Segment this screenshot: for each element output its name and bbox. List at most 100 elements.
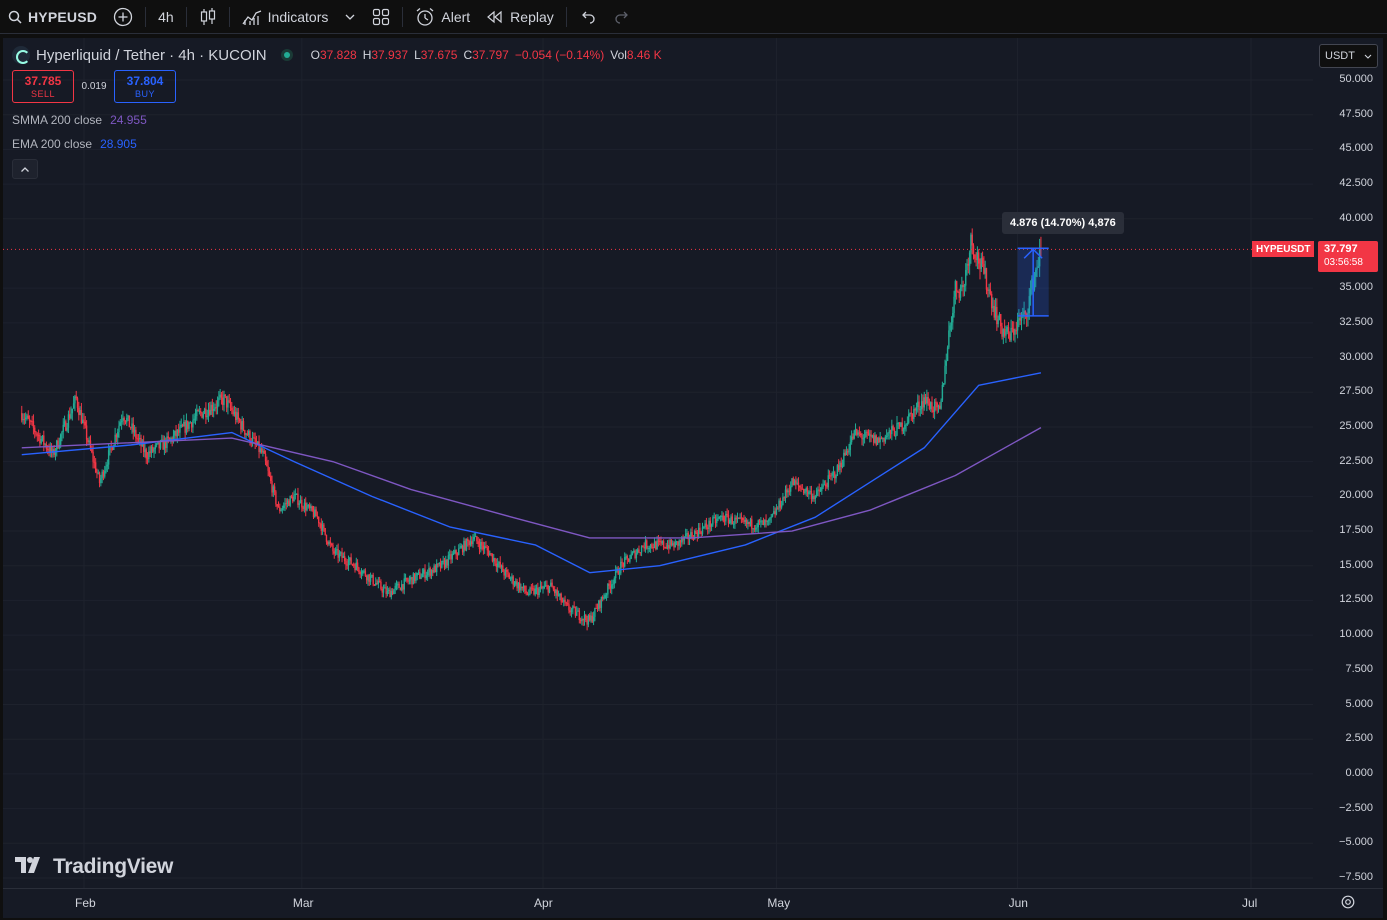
chevron-down-icon — [1364, 50, 1372, 62]
candle-body — [679, 540, 682, 543]
candle-body — [810, 490, 813, 500]
buy-button[interactable]: 37.804 BUY — [114, 70, 176, 103]
chart-type-button[interactable] — [191, 0, 225, 34]
candle-body — [959, 287, 962, 298]
candle-body — [613, 578, 616, 584]
candle-body — [480, 542, 482, 549]
currency-select[interactable]: USDT — [1319, 44, 1378, 68]
candle-body — [472, 539, 474, 545]
candle-body — [844, 452, 846, 456]
symbol-title[interactable]: Hyperliquid / Tether · 4h · KUCOIN — [36, 47, 267, 64]
candle-body — [473, 536, 475, 540]
time-axis[interactable] — [3, 888, 1383, 918]
candle-body — [830, 475, 832, 477]
candle-body — [28, 418, 31, 421]
candle-body — [721, 515, 723, 517]
layouts-button[interactable] — [364, 0, 398, 34]
candle-body — [883, 437, 885, 442]
candle-body — [917, 401, 919, 408]
candle-body — [420, 577, 422, 579]
candle-body — [145, 449, 147, 459]
candle-body — [179, 426, 181, 433]
candle-body — [22, 418, 24, 421]
candle-body — [980, 257, 982, 269]
alert-button[interactable]: Alert — [407, 0, 478, 34]
candle-body — [353, 564, 355, 566]
candle-body — [652, 547, 654, 549]
indicators-dropdown[interactable] — [336, 0, 364, 34]
candle-body — [988, 289, 990, 291]
candle-body — [920, 401, 923, 410]
candle-body — [686, 533, 688, 535]
candle-body — [240, 421, 242, 430]
price-tick-label: 10.000 — [1339, 628, 1373, 641]
candle-body — [231, 407, 233, 411]
candle-body — [167, 436, 169, 438]
candle-body — [614, 570, 617, 579]
candle-body — [486, 547, 488, 551]
candle-body — [21, 413, 23, 421]
candle-body — [626, 556, 629, 559]
candle-body — [918, 401, 920, 410]
candle-body — [368, 574, 370, 582]
candle-body — [528, 593, 530, 595]
replay-button[interactable]: Replay — [478, 0, 562, 34]
indicators-label: Indicators — [267, 8, 329, 25]
alert-label: Alert — [441, 8, 471, 25]
candle-body — [365, 575, 368, 581]
candle-body — [247, 431, 250, 436]
candle-body — [417, 572, 420, 574]
replay-label: Replay — [510, 8, 554, 25]
undo-button[interactable] — [571, 0, 605, 34]
tradingview-watermark[interactable]: TradingView — [15, 855, 173, 879]
time-tick-label: Apr — [534, 896, 553, 910]
interval-button[interactable]: 4h — [150, 0, 182, 34]
indicators-button[interactable]: Indicators — [234, 0, 337, 34]
candle-body — [332, 545, 334, 552]
candle-body — [512, 576, 514, 585]
candle-body — [871, 435, 874, 437]
candle-body — [771, 513, 774, 517]
redo-button[interactable] — [605, 0, 639, 34]
candle-body — [382, 588, 385, 593]
candle-body — [818, 489, 820, 492]
candle-body — [197, 410, 199, 412]
candle-body — [220, 394, 223, 398]
chart-settings-button[interactable] — [1340, 894, 1356, 915]
candle-body — [270, 475, 272, 481]
candle-body — [605, 594, 608, 596]
candle-body — [323, 524, 325, 528]
buy-label: BUY — [134, 89, 155, 99]
candle-body — [122, 418, 124, 421]
indicator-legend-ema[interactable]: EMA 200 close 28.905 — [12, 137, 662, 151]
candle-body — [34, 427, 36, 433]
candle-body — [586, 620, 588, 625]
candle-body — [483, 546, 486, 550]
candle-body — [713, 517, 715, 519]
candle-body — [464, 540, 466, 550]
candle-body — [784, 489, 787, 499]
sell-button[interactable]: 37.785 SELL — [12, 70, 74, 103]
candle-body — [35, 432, 37, 435]
symbol-search[interactable]: HYPEUSD — [0, 0, 105, 34]
candle-body — [914, 408, 916, 411]
candle-body — [870, 434, 872, 437]
collapse-legend-button[interactable] — [12, 159, 38, 179]
candle-body — [609, 585, 612, 589]
candle-body — [915, 407, 918, 411]
market-open-status-icon[interactable] — [280, 49, 293, 61]
candle-body — [233, 411, 236, 415]
candle-body — [684, 533, 687, 537]
candle-body — [865, 431, 867, 437]
candle-body — [503, 571, 505, 576]
candle-body — [152, 446, 154, 452]
price-axis[interactable]: 50.000 47.500 45.000 42.500 40.000 35.000 32.5… — [1313, 38, 1383, 888]
candle-body — [701, 527, 704, 534]
indicator-legend-smma[interactable]: SMMA 200 close 24.955 — [12, 113, 662, 127]
compare-button[interactable] — [105, 0, 141, 34]
price-tick-label: 17.500 — [1339, 524, 1373, 537]
sell-price: 37.785 — [24, 74, 62, 88]
candle-body — [777, 508, 779, 510]
candle-body — [385, 587, 387, 595]
candle-body — [836, 465, 839, 476]
